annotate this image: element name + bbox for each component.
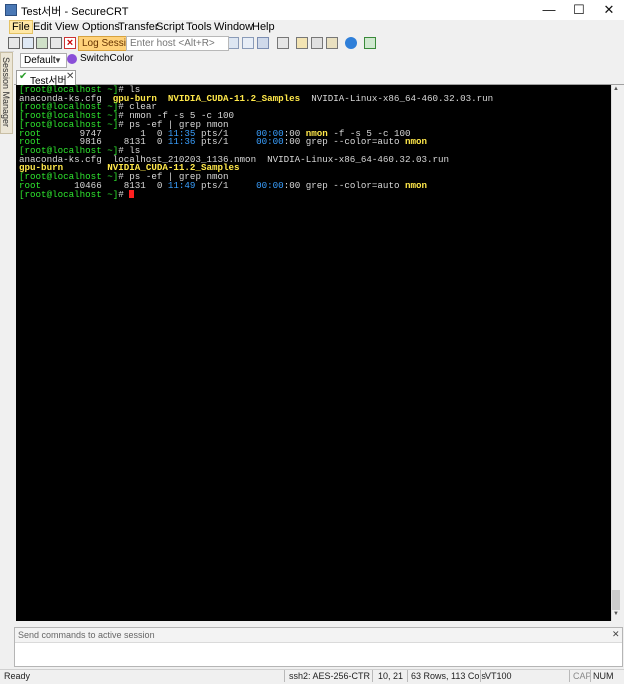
command-window-close-icon[interactable]: ✕ [612, 629, 620, 640]
menu-transfer[interactable]: Transfer [118, 21, 159, 33]
window-title: Test서버 - SecureCRT [21, 6, 129, 18]
menu-file[interactable]: File [9, 20, 33, 34]
terminal-segment: nmon [404, 179, 428, 191]
terminal-scrollbar[interactable] [611, 85, 621, 621]
reconnect-icon[interactable] [50, 37, 62, 49]
connect-icon[interactable] [8, 37, 20, 49]
terminal-segment: nmon [404, 136, 428, 148]
status-cursor-position: 10, 21 [378, 671, 404, 681]
status-caps: CAP [573, 671, 592, 681]
menu-bar: File Edit View Options Transfer Script T… [0, 20, 624, 35]
status-separator [407, 670, 408, 682]
terminal-line: [root@localhost ~]# [19, 189, 135, 201]
status-separator [372, 670, 373, 682]
menu-script[interactable]: Script [156, 21, 184, 33]
status-separator [284, 670, 285, 682]
terminal-segment: :00 grep --color=auto [283, 136, 405, 148]
terminal-segment: # [118, 189, 130, 201]
find-icon[interactable] [257, 37, 269, 49]
enter-host-input[interactable] [126, 36, 229, 51]
terminal-segment: 11:36 [167, 136, 196, 148]
menu-edit[interactable]: Edit [33, 21, 52, 33]
terminal-cursor [129, 190, 135, 199]
tab-strip [14, 69, 624, 85]
menu-tools[interactable]: Tools [186, 21, 212, 33]
terminal-segment: pts/1 [195, 136, 257, 148]
tab-close-icon[interactable]: ✕ [66, 71, 74, 82]
help-icon[interactable] [345, 37, 357, 49]
securecrt-app-icon [5, 4, 17, 16]
status-emulation: VT100 [485, 671, 512, 681]
close-window-button[interactable]: ✕ [592, 0, 624, 20]
status-separator [569, 670, 570, 682]
scroll-down-icon[interactable]: ▼ [611, 611, 621, 620]
status-separator [480, 670, 481, 682]
terminal-screen[interactable]: [root@localhost ~]# ls anaconda-ks.cfg g… [16, 85, 611, 621]
menu-window[interactable]: Window [214, 21, 253, 33]
connect-in-tab-icon[interactable] [36, 37, 48, 49]
global-options-icon[interactable] [311, 37, 323, 49]
keymap-icon[interactable] [326, 37, 338, 49]
paste-icon[interactable] [242, 37, 254, 49]
chevron-down-icon[interactable]: ▼ [53, 53, 63, 68]
sftp-icon[interactable] [364, 37, 376, 49]
quick-connect-icon[interactable] [22, 37, 34, 49]
session-options-icon[interactable] [296, 37, 308, 49]
command-window-label: Send commands to active session [18, 630, 155, 640]
scroll-up-icon[interactable]: ▲ [611, 86, 621, 95]
menu-help[interactable]: Help [252, 21, 275, 33]
menu-view[interactable]: View [55, 21, 79, 33]
status-cipher: ssh2: AES-256-CTR [289, 671, 371, 681]
disconnect-icon[interactable]: × [64, 37, 76, 49]
terminal-segment: 00:00 [256, 136, 284, 148]
minimize-button[interactable]: — [532, 0, 566, 20]
status-separator [590, 670, 591, 682]
status-num: NUM [593, 671, 614, 681]
terminal-segment: 00:00 [256, 179, 284, 191]
terminal-segment: :00 grep --color=auto [283, 179, 405, 191]
terminal-segment [157, 93, 168, 104]
terminal-segment: 11:49 [167, 179, 196, 191]
session-manager-label: Session Manager [1, 56, 11, 128]
terminal-segment: pts/1 [195, 179, 257, 191]
switch-color-icon [67, 54, 77, 64]
switch-color-button[interactable]: SwitchColor [80, 53, 133, 64]
connected-check-icon: ✔ [19, 71, 28, 82]
print-icon[interactable] [277, 37, 289, 49]
terminal-output: [root@localhost ~]# ls anaconda-ks.cfg g… [19, 85, 494, 201]
maximize-button[interactable]: ☐ [562, 0, 596, 20]
terminal-segment: NVIDIA-Linux-x86_64-460.32.03.run [300, 92, 494, 104]
status-size: 63 Rows, 113 Cols [411, 671, 486, 681]
terminal-segment: NVIDIA_CUDA-11.2_Samples [167, 92, 301, 104]
terminal-segment: [root@localhost ~] [19, 189, 119, 201]
scrollbar-thumb[interactable] [612, 590, 620, 610]
status-ready: Ready [4, 671, 31, 681]
menu-options[interactable]: Options [82, 21, 120, 33]
